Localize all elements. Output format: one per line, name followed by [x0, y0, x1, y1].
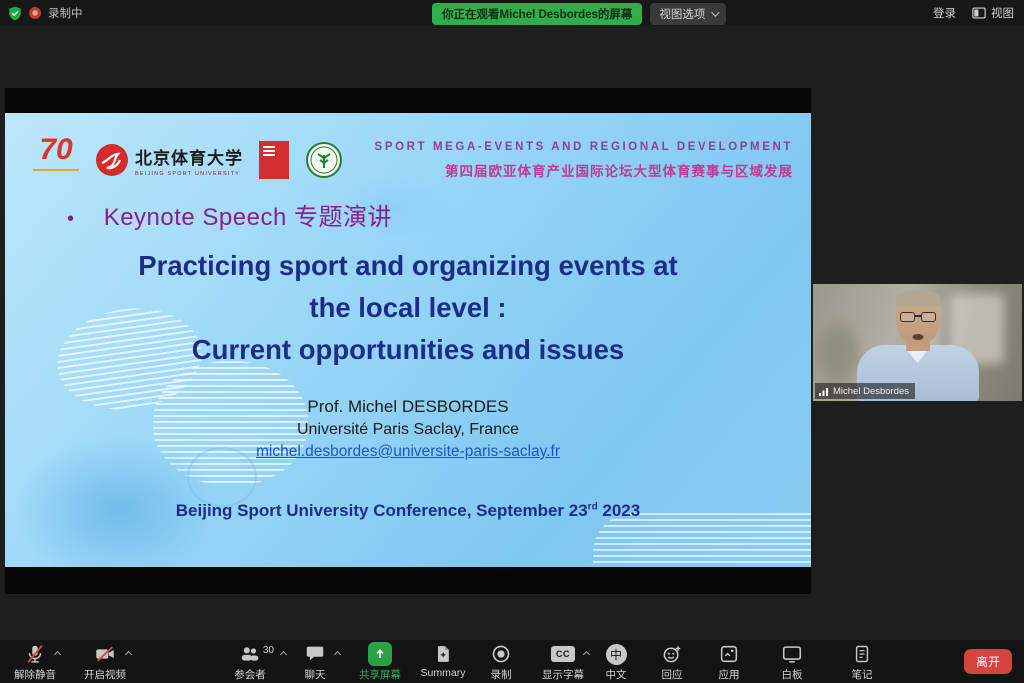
university-name-cn: 北京体育大学 — [135, 144, 243, 169]
reactions-button[interactable]: 回应 — [642, 643, 702, 683]
top-center-controls: 你正在观看Michel Desbordes的屏幕 视图选项 — [432, 3, 726, 25]
start-video-button[interactable]: 开启视频 — [75, 643, 135, 683]
apps-button[interactable]: 应用 — [699, 643, 759, 683]
share-screen-icon — [368, 642, 392, 666]
view-options-button[interactable]: 视图选项 — [650, 3, 726, 25]
participant-name-tag: Michel Desbordes — [815, 383, 915, 399]
title-line-1: Practicing sport and organizing events a… — [5, 245, 811, 287]
title-line-2: the local level : — [5, 287, 811, 329]
conference-text: Beijing Sport University Conference, Sep… — [176, 501, 588, 520]
recording-status-label: 录制中 — [48, 5, 83, 21]
70th-anniversary-logo: 70 — [33, 133, 79, 187]
speaker-glasses — [898, 312, 938, 322]
top-right-controls: 登录 视图 — [933, 0, 1014, 26]
speaker-email-link[interactable]: michel.desbordes@universite-paris-saclay… — [256, 443, 560, 461]
shared-screen: 70 北京体育大学 BEIJING SPORT UNIVERSITY S — [5, 88, 811, 594]
view-button-label: 视图 — [991, 5, 1014, 21]
keynote-heading-text: Keynote Speech 专题演讲 — [104, 204, 392, 231]
logo-row: 70 北京体育大学 BEIJING SPORT UNIVERSITY — [33, 129, 343, 191]
chevron-up-icon[interactable] — [125, 651, 132, 658]
participants-button[interactable]: 30 参会者 — [220, 643, 280, 683]
recording-indicator-icon[interactable] — [29, 7, 41, 19]
presentation-slide: 70 北京体育大学 BEIJING SPORT UNIVERSITY S — [5, 113, 811, 567]
security-shield-icon[interactable] — [8, 6, 22, 21]
chinese-language-icon: 中 — [606, 644, 627, 665]
forum-title-en: SPORT MEGA-EVENTS AND REGIONAL DEVELOPME… — [375, 141, 793, 153]
anniversary-ribbon — [33, 169, 79, 172]
conference-ordinal: rd — [588, 501, 598, 512]
show-captions-button[interactable]: CC 显示字幕 — [533, 643, 593, 683]
participant-video-tile[interactable]: Michel Desbordes — [813, 284, 1022, 401]
top-bar: 录制中 你正在观看Michel Desbordes的屏幕 视图选项 登录 视图 — [0, 0, 1024, 26]
record-button[interactable]: 录制 — [471, 643, 531, 683]
camera-off-icon — [93, 643, 117, 665]
deco-striped-corner — [593, 513, 811, 567]
apps-icon — [718, 643, 740, 665]
meeting-stage: 70 北京体育大学 BEIJING SPORT UNIVERSITY S — [0, 26, 1024, 640]
title-line-3: Current opportunities and issues — [5, 329, 811, 371]
view-button[interactable]: 视图 — [972, 5, 1014, 21]
background-plant — [819, 324, 859, 384]
chat-icon — [304, 643, 326, 665]
language-interpretation-button[interactable]: 中 中文 — [586, 643, 646, 683]
speaker-mouth — [912, 334, 923, 340]
view-options-label: 视图选项 — [659, 6, 705, 22]
participant-name: Michel Desbordes — [833, 386, 909, 397]
record-icon — [490, 643, 512, 665]
sign-in-link[interactable]: 登录 — [933, 5, 956, 21]
keynote-heading: Keynote Speech 专题演讲 — [67, 197, 392, 232]
business-school-logo — [259, 141, 289, 179]
participant-count: 30 — [263, 645, 274, 656]
chat-button[interactable]: 聊天 — [285, 643, 345, 683]
chevron-down-icon — [712, 8, 720, 16]
audio-signal-icon — [819, 387, 829, 396]
bsu-swirl-icon — [95, 143, 129, 177]
unmute-button[interactable]: 解除静音 — [5, 643, 65, 683]
slide-header: SPORT MEGA-EVENTS AND REGIONAL DEVELOPME… — [375, 141, 793, 180]
beijing-sport-university-logo: 北京体育大学 BEIJING SPORT UNIVERSITY — [95, 143, 243, 177]
chevron-up-icon[interactable] — [54, 651, 61, 658]
conference-line: Beijing Sport University Conference, Sep… — [5, 501, 811, 521]
microphone-muted-icon — [24, 643, 46, 665]
conference-year: 2023 — [598, 501, 641, 520]
meeting-toolbar: 解除静音 开启视频 30 参会者 聊天 — [0, 640, 1024, 683]
forum-title-cn: 第四届欧亚体育产业国际论坛大型体育赛事与区域发展 — [375, 160, 793, 180]
captions-cc-icon: CC — [551, 646, 575, 662]
chevron-up-icon[interactable] — [334, 651, 341, 658]
notes-icon — [852, 643, 872, 665]
green-emblem-logo — [305, 141, 343, 179]
leave-button[interactable]: 离开 — [964, 649, 1012, 674]
screen-share-banner: 你正在观看Michel Desbordes的屏幕 — [432, 3, 642, 25]
slide-title: Practicing sport and organizing events a… — [5, 245, 811, 371]
participants-icon — [238, 643, 262, 665]
speaker-block: Prof. Michel DESBORDES Université Paris … — [5, 397, 811, 461]
anniversary-number: 70 — [39, 133, 72, 166]
whiteboard-button[interactable]: 白板 — [762, 643, 822, 683]
summary-document-icon — [433, 643, 453, 665]
speaker-affiliation: Université Paris Saclay, France — [5, 421, 811, 439]
university-name-en: BEIJING SPORT UNIVERSITY — [135, 171, 243, 177]
share-screen-button[interactable]: 共享屏幕 — [350, 643, 410, 683]
speaker-name: Prof. Michel DESBORDES — [5, 397, 811, 417]
reactions-smiley-icon — [661, 643, 683, 665]
view-layout-icon — [972, 7, 986, 19]
summary-button[interactable]: Summary — [413, 643, 473, 683]
notes-button[interactable]: 笔记 — [832, 643, 892, 683]
whiteboard-icon — [781, 643, 803, 665]
top-left-status: 录制中 — [8, 0, 83, 26]
